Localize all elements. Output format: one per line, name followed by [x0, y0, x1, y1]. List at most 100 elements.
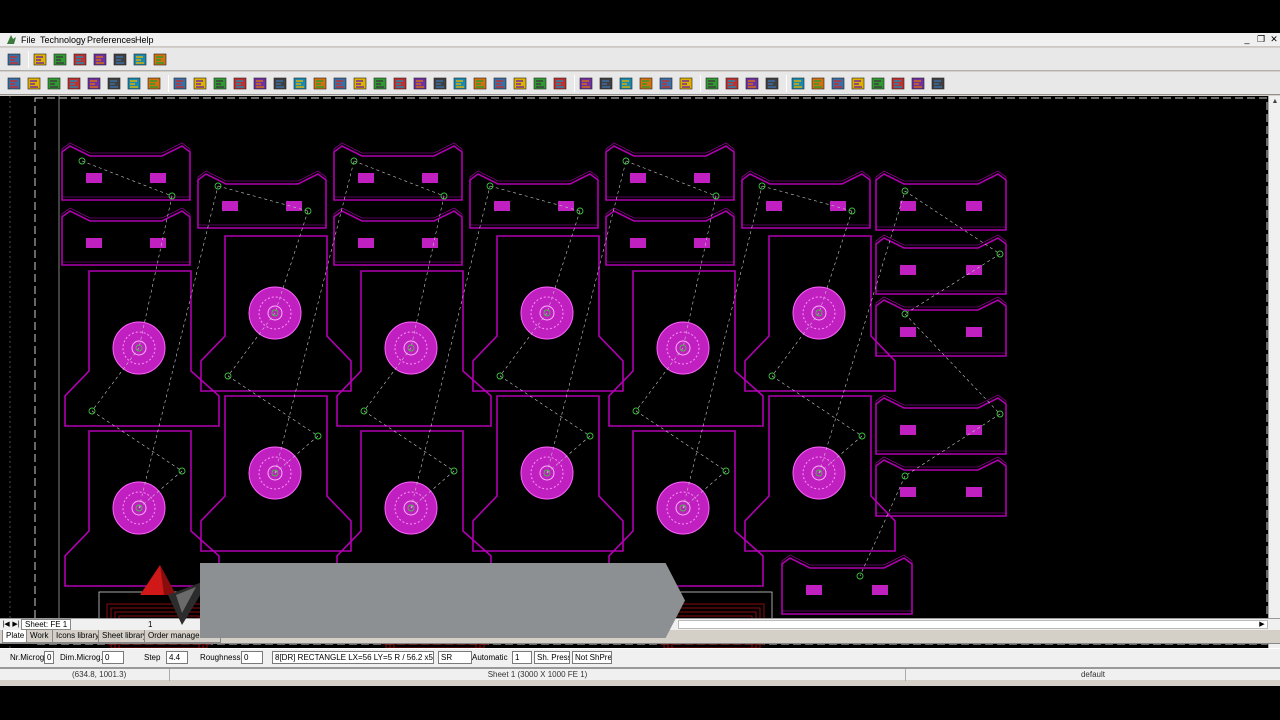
slot-hole [222, 201, 238, 211]
open-part-icon[interactable] [6, 75, 23, 92]
machine-icon[interactable] [152, 51, 169, 68]
close-button[interactable]: ✕ [1268, 34, 1280, 45]
tool-select[interactable]: 8[DR] RECTANGLE LX=56 LY=5 R / 56.2 x5 [272, 651, 434, 664]
slot-hole [900, 487, 916, 497]
menu-help[interactable]: Help [135, 35, 154, 45]
lead-out-icon[interactable] [192, 75, 209, 92]
menu-technology[interactable]: Technology [40, 35, 86, 45]
import-icon[interactable] [86, 75, 103, 92]
route-icon[interactable] [492, 75, 509, 92]
lead-in-icon[interactable] [172, 75, 189, 92]
sim-icon[interactable] [678, 75, 695, 92]
green-block-icon[interactable] [412, 75, 429, 92]
edit-icon[interactable] [552, 75, 569, 92]
new-icon[interactable] [6, 51, 23, 68]
horizontal-scrollbar[interactable] [678, 620, 1268, 629]
microjoint-icon[interactable] [212, 75, 229, 92]
slot-hole [830, 201, 846, 211]
tab-icons-library[interactable]: Icons library [52, 630, 104, 643]
tree-icon[interactable] [106, 75, 123, 92]
slot-hole [694, 173, 710, 183]
menu-file[interactable]: File [21, 35, 36, 45]
sheet-tab[interactable]: Sheet: FE 1 [21, 619, 72, 630]
grid3-icon[interactable] [618, 75, 635, 92]
micro-count-input[interactable]: 0 [44, 651, 54, 664]
frame-icon[interactable] [146, 75, 163, 92]
redo-icon[interactable] [764, 75, 781, 92]
report-icon[interactable] [890, 75, 907, 92]
print-preview-icon[interactable] [72, 51, 89, 68]
rapid-move-path [635, 410, 727, 472]
auto-nest-icon[interactable] [352, 75, 369, 92]
grid-icon[interactable] [578, 75, 595, 92]
wheel-icon[interactable] [830, 75, 847, 92]
slot-hole [872, 585, 888, 595]
bracket-part [605, 210, 735, 266]
clock-icon[interactable] [126, 75, 143, 92]
not-sh-press-button[interactable]: Not ShPress [572, 651, 612, 664]
stop-icon[interactable] [132, 51, 149, 68]
bracket-part [61, 210, 191, 266]
transfer-icon[interactable] [930, 75, 947, 92]
scroll-up-icon[interactable]: ▲ [1270, 97, 1280, 107]
delete-icon[interactable] [724, 75, 741, 92]
calc-icon[interactable] [66, 75, 83, 92]
dim-micro-input[interactable]: 0 [102, 651, 124, 664]
tab-plate[interactable]: Plate [2, 630, 29, 643]
sort-icon[interactable] [452, 75, 469, 92]
eraser-icon[interactable] [704, 75, 721, 92]
tool-icon[interactable] [372, 75, 389, 92]
sr-field[interactable]: SR [438, 651, 472, 664]
green-block2-icon[interactable] [432, 75, 449, 92]
export-icon[interactable] [92, 51, 109, 68]
loop-icon[interactable] [252, 75, 269, 92]
rapid-move-path [904, 253, 1001, 315]
toolbar-separator [700, 75, 701, 92]
slot-hole [494, 201, 510, 211]
corner-icon[interactable] [292, 75, 309, 92]
cut-order-icon[interactable] [272, 75, 289, 92]
cut-icon[interactable] [392, 75, 409, 92]
slot-hole [150, 173, 166, 183]
slot-hole [86, 173, 102, 183]
save-icon[interactable] [32, 51, 49, 68]
rect-icon[interactable] [312, 75, 329, 92]
toolbar-standard [0, 48, 1280, 71]
path-icon[interactable] [512, 75, 529, 92]
machine2-icon[interactable] [790, 75, 807, 92]
roughness-input[interactable]: 0 [241, 651, 263, 664]
step-input[interactable]: 4.4 [166, 651, 188, 664]
print-icon[interactable] [52, 51, 69, 68]
slot-hole [150, 238, 166, 248]
scan-icon[interactable] [112, 51, 129, 68]
auto-tech-icon[interactable] [332, 75, 349, 92]
gauge-icon[interactable] [870, 75, 887, 92]
menu-preferences[interactable]: Preferences [87, 35, 136, 45]
tab-sheet-library[interactable]: Sheet library [98, 630, 151, 643]
restore-button[interactable]: ❐ [1255, 34, 1267, 45]
bracket-part [875, 397, 1007, 455]
sh-press-button[interactable]: Sh. Press [534, 651, 570, 664]
send-icon[interactable] [910, 75, 927, 92]
minimize-button[interactable]: _ [1241, 34, 1253, 44]
timer-icon[interactable] [658, 75, 675, 92]
undo-icon[interactable] [744, 75, 761, 92]
bridge-icon[interactable] [232, 75, 249, 92]
layers-icon[interactable] [46, 75, 63, 92]
last-sheet-icon[interactable]: ▶| [12, 620, 20, 628]
tech-icon[interactable] [810, 75, 827, 92]
first-sheet-icon[interactable]: |◀ [2, 620, 10, 628]
mode-input[interactable]: 1 [512, 651, 532, 664]
folder-icon[interactable] [26, 75, 43, 92]
brand-logo-icon [140, 565, 210, 625]
slot-hole [358, 238, 374, 248]
scroll-right-icon[interactable]: ▶ [1258, 620, 1266, 628]
dot-icon[interactable] [638, 75, 655, 92]
vertical-scrollbar[interactable]: ▲ ▼ [1268, 96, 1280, 649]
sheet-icon[interactable] [850, 75, 867, 92]
bracket-part [469, 173, 599, 229]
pierce-icon[interactable] [532, 75, 549, 92]
tab-work[interactable]: Work [26, 630, 53, 643]
marker-icon[interactable] [472, 75, 489, 92]
grid2-icon[interactable] [598, 75, 615, 92]
